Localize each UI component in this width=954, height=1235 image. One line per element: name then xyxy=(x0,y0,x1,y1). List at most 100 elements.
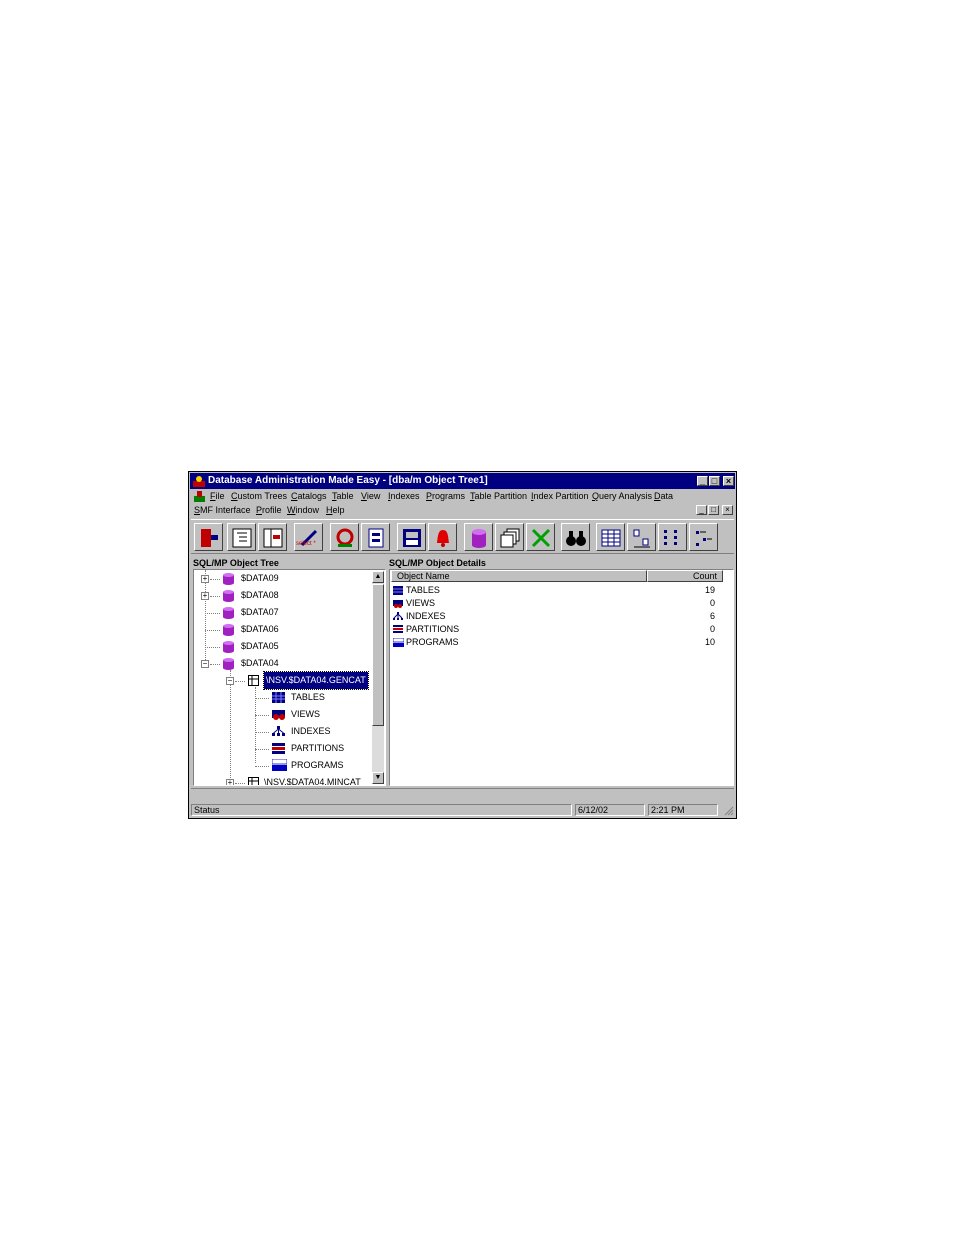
title-bar[interactable]: Database Administration Made Easy - [dba… xyxy=(190,473,735,489)
view-icon xyxy=(272,710,285,720)
object-count: 6 xyxy=(709,611,715,621)
index-icon xyxy=(393,612,403,620)
toolbar: select * xyxy=(191,519,734,554)
list-item[interactable]: INDEXES 6 xyxy=(392,610,731,623)
measure-icon xyxy=(403,529,421,547)
object-name: PARTITIONS xyxy=(406,624,460,634)
query-analysis-icon xyxy=(336,528,354,547)
menu-table-partition[interactable]: Table Partition xyxy=(470,490,527,503)
tree-vertical-scrollbar[interactable]: ▲ ▼ xyxy=(372,571,384,784)
scroll-thumb[interactable] xyxy=(372,584,384,726)
table-icon xyxy=(393,586,403,595)
list-item[interactable]: VIEWS 0 xyxy=(392,597,731,610)
resize-grip-icon[interactable] xyxy=(723,805,734,816)
disk-volume-icon xyxy=(223,573,234,585)
report-icon xyxy=(368,528,384,548)
maximize-button[interactable]: □ xyxy=(709,476,720,486)
tree-connector xyxy=(255,749,269,750)
disk-volume-icon xyxy=(223,607,234,619)
object-name: VIEWS xyxy=(406,598,436,608)
select-query-button[interactable]: select * xyxy=(294,523,323,551)
scroll-up-button[interactable]: ▲ xyxy=(372,571,384,583)
menu-catalogs[interactable]: Catalogs xyxy=(291,490,327,503)
menu-index-partition[interactable]: Index Partition xyxy=(531,490,589,503)
object-tree[interactable]: + $DATA09 + $DATA08 $DATA07 $DATA06 $DAT… xyxy=(193,569,386,786)
window-title: Database Administration Made Easy - [dba… xyxy=(208,475,488,486)
menu-file[interactable]: File xyxy=(210,490,225,503)
database-icon xyxy=(472,529,486,548)
expand-icon[interactable]: + xyxy=(201,575,209,583)
alarm-button[interactable] xyxy=(428,523,457,551)
application-window: Database Administration Made Easy - [dba… xyxy=(188,471,737,819)
tree-item-label: $DATA04 xyxy=(241,658,279,668)
measure-button[interactable] xyxy=(397,523,426,551)
small-icons-button[interactable] xyxy=(627,523,656,551)
tree-connector xyxy=(205,630,220,631)
index-icon xyxy=(272,726,285,736)
tree-connector xyxy=(205,613,220,614)
menu-indexes[interactable]: Indexes xyxy=(388,490,420,503)
disk-volume-icon xyxy=(223,658,234,670)
minimize-button[interactable]: _ xyxy=(697,476,708,486)
small-icons-icon xyxy=(633,529,650,548)
menu-window[interactable]: Window xyxy=(287,504,319,517)
column-header-object-name[interactable]: Object Name xyxy=(391,570,647,582)
details-view-button[interactable] xyxy=(689,523,718,551)
tree-view-icon xyxy=(232,528,252,548)
horizontal-scroll-area xyxy=(191,788,734,803)
list-item[interactable]: TABLES 19 xyxy=(392,584,731,597)
catalog-icon xyxy=(248,675,259,686)
disk-volume-icon xyxy=(223,641,234,653)
tree-view-button[interactable] xyxy=(227,523,256,551)
tree-item-label: $DATA05 xyxy=(241,641,279,651)
menu-data[interactable]: Data xyxy=(654,490,673,503)
disk-volume-icon xyxy=(223,624,234,636)
menu-view[interactable]: View xyxy=(361,490,380,503)
list-view-button[interactable] xyxy=(658,523,687,551)
tree-connector xyxy=(255,698,269,699)
database-button[interactable] xyxy=(464,523,493,551)
collapse-icon[interactable]: − xyxy=(226,677,234,685)
grid-view-button[interactable] xyxy=(596,523,625,551)
alarm-bell-icon xyxy=(437,530,449,547)
query-analysis-button[interactable] xyxy=(330,523,359,551)
object-details-list[interactable]: Object Name Count TABLES 19 VIEWS 0 INDE… xyxy=(389,569,734,786)
close-button[interactable]: × xyxy=(723,476,734,486)
program-icon xyxy=(393,638,404,647)
tree-item-label: INDEXES xyxy=(291,726,331,736)
list-item[interactable]: PROGRAMS 10 xyxy=(392,636,731,649)
tree-item-label: $DATA09 xyxy=(241,573,279,583)
list-item[interactable]: PARTITIONS 0 xyxy=(392,623,731,636)
status-bar: Status 6/12/02 2:21 PM xyxy=(191,803,734,817)
menu-programs[interactable]: Programs xyxy=(426,490,465,503)
cancel-button[interactable] xyxy=(526,523,555,551)
select-label: select * xyxy=(296,541,316,547)
exit-button[interactable] xyxy=(194,523,223,551)
mdi-close-button[interactable]: × xyxy=(722,505,733,515)
menu-table[interactable]: Table xyxy=(332,490,354,503)
tree-item-label: $DATA07 xyxy=(241,607,279,617)
cancel-icon xyxy=(531,528,551,548)
mdi-minimize-button[interactable]: _ xyxy=(696,505,707,515)
report-button[interactable] xyxy=(361,523,390,551)
app-icon xyxy=(193,476,205,487)
windows-button[interactable] xyxy=(495,523,524,551)
expand-icon[interactable]: + xyxy=(201,592,209,600)
menu-query-analysis[interactable]: Query Analysis xyxy=(592,490,652,503)
menu-profile[interactable]: Profile xyxy=(256,504,282,517)
menu-custom-trees[interactable]: Custom Trees xyxy=(231,490,287,503)
object-count: 0 xyxy=(709,598,715,608)
grid-icon xyxy=(601,529,621,547)
expand-icon[interactable]: + xyxy=(226,779,234,785)
menu-smf-interface[interactable]: SMF Interface xyxy=(194,504,251,517)
menu-help[interactable]: Help xyxy=(326,504,345,517)
object-count: 10 xyxy=(704,637,715,647)
find-button[interactable] xyxy=(561,523,590,551)
mdi-restore-button[interactable]: □ xyxy=(708,505,719,515)
split-view-button[interactable] xyxy=(258,523,287,551)
column-header-count[interactable]: Count xyxy=(647,570,723,582)
scroll-down-button[interactable]: ▼ xyxy=(372,772,384,784)
collapse-icon[interactable]: − xyxy=(201,660,209,668)
status-text: Status xyxy=(191,804,572,816)
split-view-icon xyxy=(263,528,283,548)
